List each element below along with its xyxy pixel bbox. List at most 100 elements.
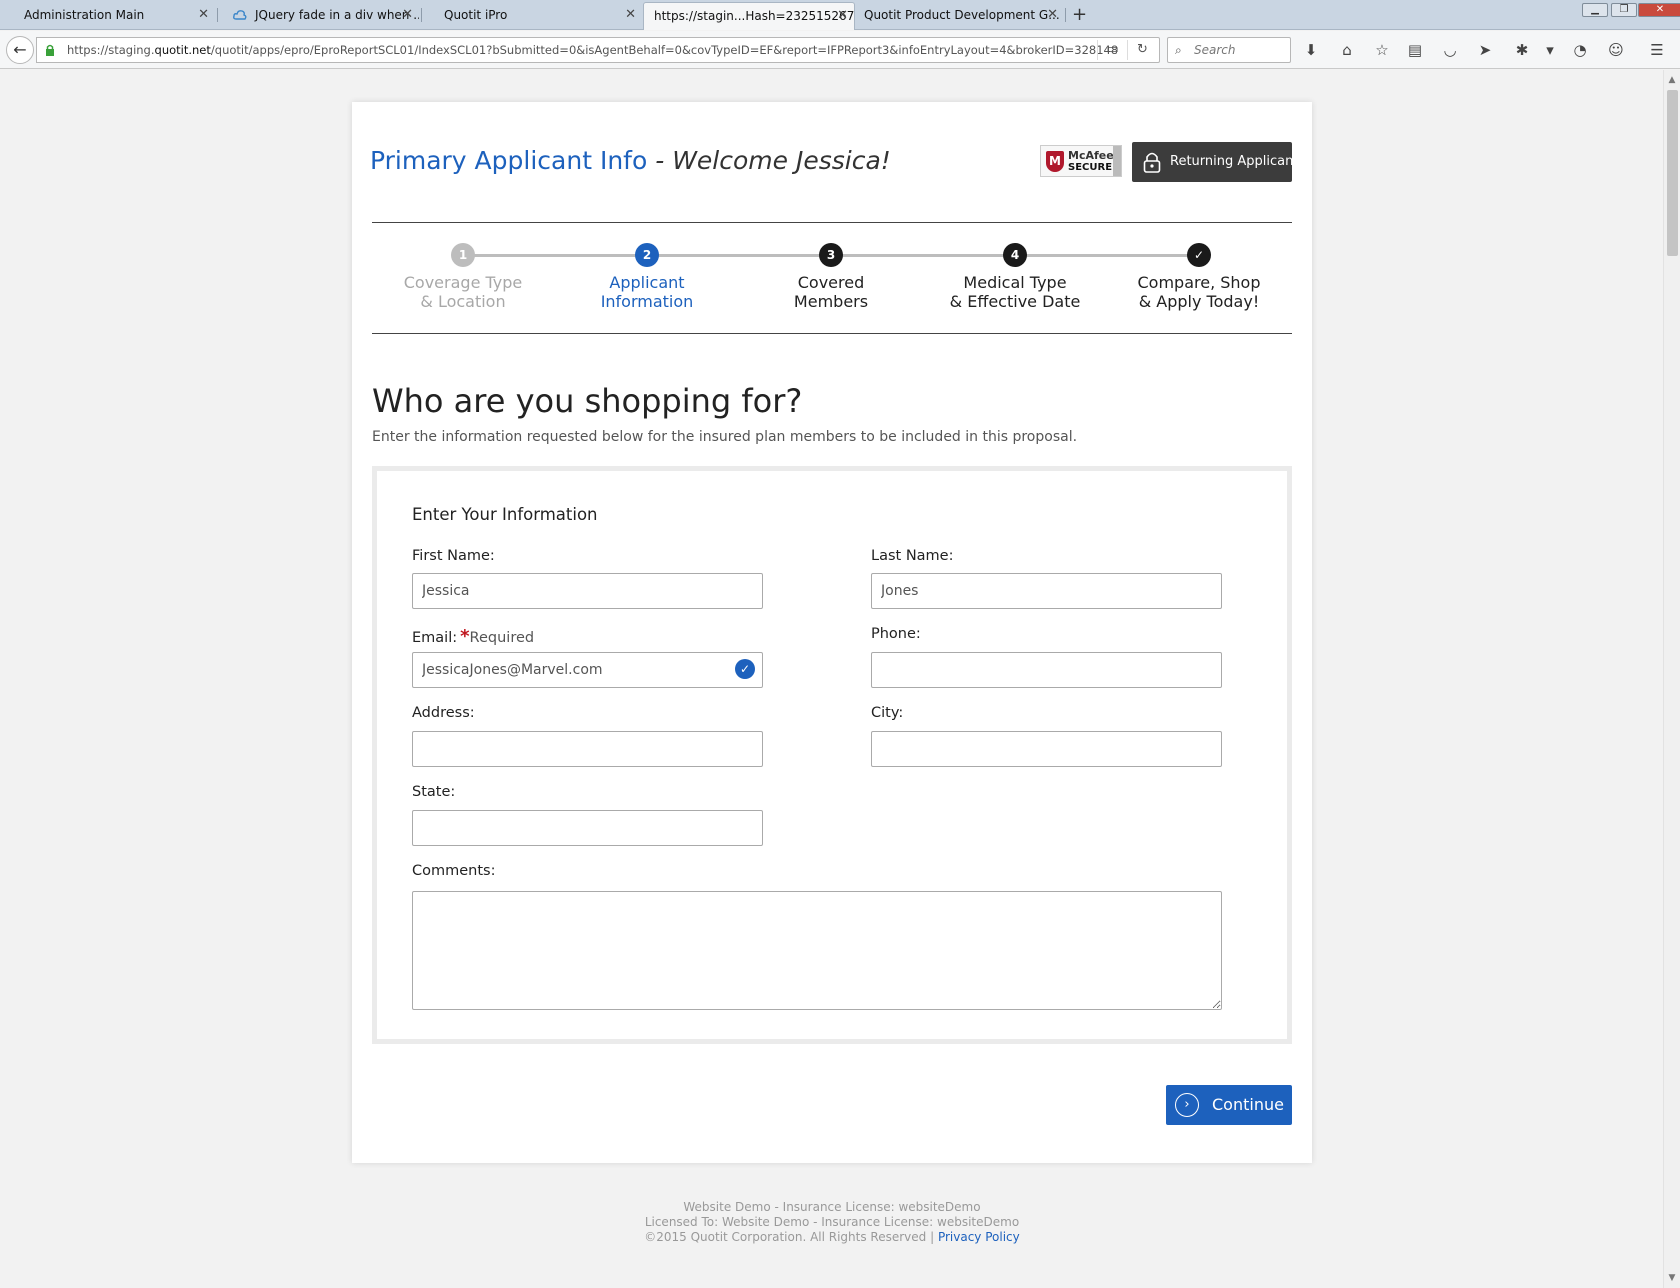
page-scrollbar[interactable]: ▲ ▼: [1663, 70, 1680, 1288]
chat-icon[interactable]: ☺: [1605, 39, 1627, 61]
badge-tab: [1113, 146, 1121, 176]
search-input[interactable]: ⌕ Search: [1167, 37, 1291, 63]
back-button[interactable]: ←: [6, 36, 34, 64]
footer-license: Website Demo - Insurance License: websit…: [683, 1200, 981, 1214]
step-number: 4: [1003, 243, 1027, 267]
reload-icon[interactable]: ↻: [1127, 40, 1157, 60]
tab-quotit-product-dev[interactable]: Quotit Product Development G... ✕: [856, 2, 1064, 30]
close-tab-icon[interactable]: ✕: [1047, 2, 1058, 28]
close-tab-icon[interactable]: ✕: [837, 3, 848, 29]
step-compare-shop: ✓ Compare, Shop & Apply Today!: [1107, 243, 1291, 311]
scroll-up-icon[interactable]: ▲: [1664, 72, 1680, 88]
close-tab-icon[interactable]: ✕: [402, 2, 413, 28]
divider: [372, 333, 1292, 334]
sync-icon[interactable]: ◔: [1569, 39, 1591, 61]
tab-title: Quotit Product Development G...: [864, 8, 1060, 22]
scroll-thumb[interactable]: [1667, 90, 1678, 256]
tab-title: Administration Main: [24, 8, 145, 22]
menu-icon[interactable]: ☰: [1646, 39, 1668, 61]
step-label: Covered Members: [793, 273, 869, 311]
mcafee-shield-icon: M: [1046, 151, 1064, 172]
city-field[interactable]: [871, 731, 1222, 767]
footer-copyright-line: ©2015 Quotit Corporation. All Rights Res…: [644, 1230, 1020, 1244]
downloads-icon[interactable]: ⬇: [1300, 39, 1322, 61]
required-asterisk-icon: *: [460, 626, 470, 647]
url-text: https://staging.quotit.net/quotit/apps/e…: [67, 43, 1117, 57]
home-icon[interactable]: ⌂: [1336, 39, 1358, 61]
search-icon: ⌕: [1175, 43, 1182, 57]
step-label: Coverage Type & Location: [403, 273, 523, 311]
step-label: Medical Type & Effective Date: [949, 273, 1081, 311]
page-title: Primary Applicant Info - Welcome Jessica…: [370, 146, 891, 175]
tab-separator: [217, 8, 218, 22]
city-label: City:: [871, 705, 904, 721]
scroll-down-icon[interactable]: ▼: [1664, 1270, 1680, 1286]
new-tab-button[interactable]: +: [1072, 2, 1087, 28]
footer-licensed-to: Licensed To: Website Demo - Insurance Li…: [644, 1215, 1020, 1229]
extension-icon[interactable]: ✱: [1511, 39, 1533, 61]
address-label: Address:: [412, 705, 475, 721]
chevron-down-icon[interactable]: ▾: [1539, 39, 1561, 61]
phone-field[interactable]: [871, 652, 1222, 688]
tab-quotit-ipro[interactable]: Quotit iPro ✕: [420, 2, 642, 30]
divider: [372, 222, 1292, 223]
continue-button[interactable]: › Continue: [1166, 1085, 1292, 1125]
tab-staging-active[interactable]: https://stagin...Hash=232515267 ✕: [643, 2, 855, 30]
section-heading: Who are you shopping for?: [372, 382, 803, 420]
secure-lock-icon: [46, 44, 54, 56]
step-number: 2: [635, 243, 659, 267]
step-label: Compare, Shop & Apply Today!: [1137, 273, 1261, 311]
tab-title: Quotit iPro: [444, 8, 508, 22]
email-label: Email: *Required: [412, 626, 535, 647]
first-name-field[interactable]: [412, 573, 763, 609]
address-field[interactable]: [412, 731, 763, 767]
bookmarks-menu-icon[interactable]: ▤: [1404, 39, 1426, 61]
step-applicant-information[interactable]: 2 Applicant Information: [555, 243, 739, 311]
step-covered-members: 3 Covered Members: [739, 243, 923, 311]
required-text: Required: [469, 630, 535, 646]
step-number: 1: [451, 243, 475, 267]
url-bar-actions: ▭ ↻: [1097, 40, 1157, 60]
last-name-label: Last Name:: [871, 548, 954, 564]
comments-label: Comments:: [412, 863, 496, 879]
valid-check-icon: ✓: [735, 659, 755, 679]
page-footer: Website Demo - Insurance License: websit…: [352, 1200, 1312, 1245]
browser-nav-bar: https://staging.quotit.net/quotit/apps/e…: [0, 31, 1680, 69]
email-field-wrapper: ✓: [412, 652, 763, 688]
state-label: State:: [412, 784, 456, 800]
last-name-field[interactable]: [871, 573, 1222, 609]
tab-administration-main[interactable]: Administration Main ✕: [0, 2, 215, 30]
tab-separator: [1065, 8, 1066, 22]
phone-label: Phone:: [871, 626, 921, 642]
privacy-policy-link[interactable]: Privacy Policy: [938, 1230, 1020, 1244]
email-field[interactable]: [412, 652, 763, 688]
comments-field[interactable]: [412, 891, 1222, 1010]
close-tab-icon[interactable]: ✕: [625, 2, 636, 28]
close-tab-icon[interactable]: ✕: [198, 2, 209, 28]
browser-tab-bar: Administration Main ✕ JQuery fade in a d…: [0, 0, 1680, 30]
mcafee-secure-badge[interactable]: M McAfee SECURE: [1040, 145, 1122, 177]
section-description: Enter the information requested below fo…: [372, 429, 1078, 445]
reader-view-icon[interactable]: ▭: [1097, 40, 1127, 60]
tab-title: JQuery fade in a div when ...: [255, 8, 419, 22]
returning-applicant-button[interactable]: Returning Applicant: [1132, 142, 1298, 182]
tab-title: https://stagin...Hash=232515267: [654, 9, 855, 23]
cloud-icon: [233, 10, 247, 20]
chevron-right-icon: ›: [1175, 1093, 1199, 1117]
lock-icon: [1143, 152, 1161, 173]
bookmark-star-icon[interactable]: ☆: [1371, 39, 1393, 61]
form-title: Enter Your Information: [412, 505, 598, 524]
check-icon: ✓: [1187, 243, 1211, 267]
applicant-form: Enter Your Information First Name: Last …: [372, 466, 1292, 1044]
step-coverage-type[interactable]: 1 Coverage Type & Location: [371, 243, 555, 311]
address-bar[interactable]: https://staging.quotit.net/quotit/apps/e…: [36, 37, 1160, 63]
state-field[interactable]: [412, 810, 763, 846]
close-window-icon[interactable]: ✕: [1638, 3, 1680, 17]
step-label: Applicant Information: [600, 273, 694, 311]
tab-jquery-fade[interactable]: JQuery fade in a div when ... ✕: [219, 2, 419, 30]
pocket-icon[interactable]: ◡: [1439, 39, 1461, 61]
minimize-window-icon[interactable]: ▁: [1582, 3, 1608, 17]
applicant-card: Primary Applicant Info - Welcome Jessica…: [352, 102, 1312, 1163]
send-icon[interactable]: ➤: [1474, 39, 1496, 61]
restore-window-icon[interactable]: ❐: [1611, 3, 1637, 17]
